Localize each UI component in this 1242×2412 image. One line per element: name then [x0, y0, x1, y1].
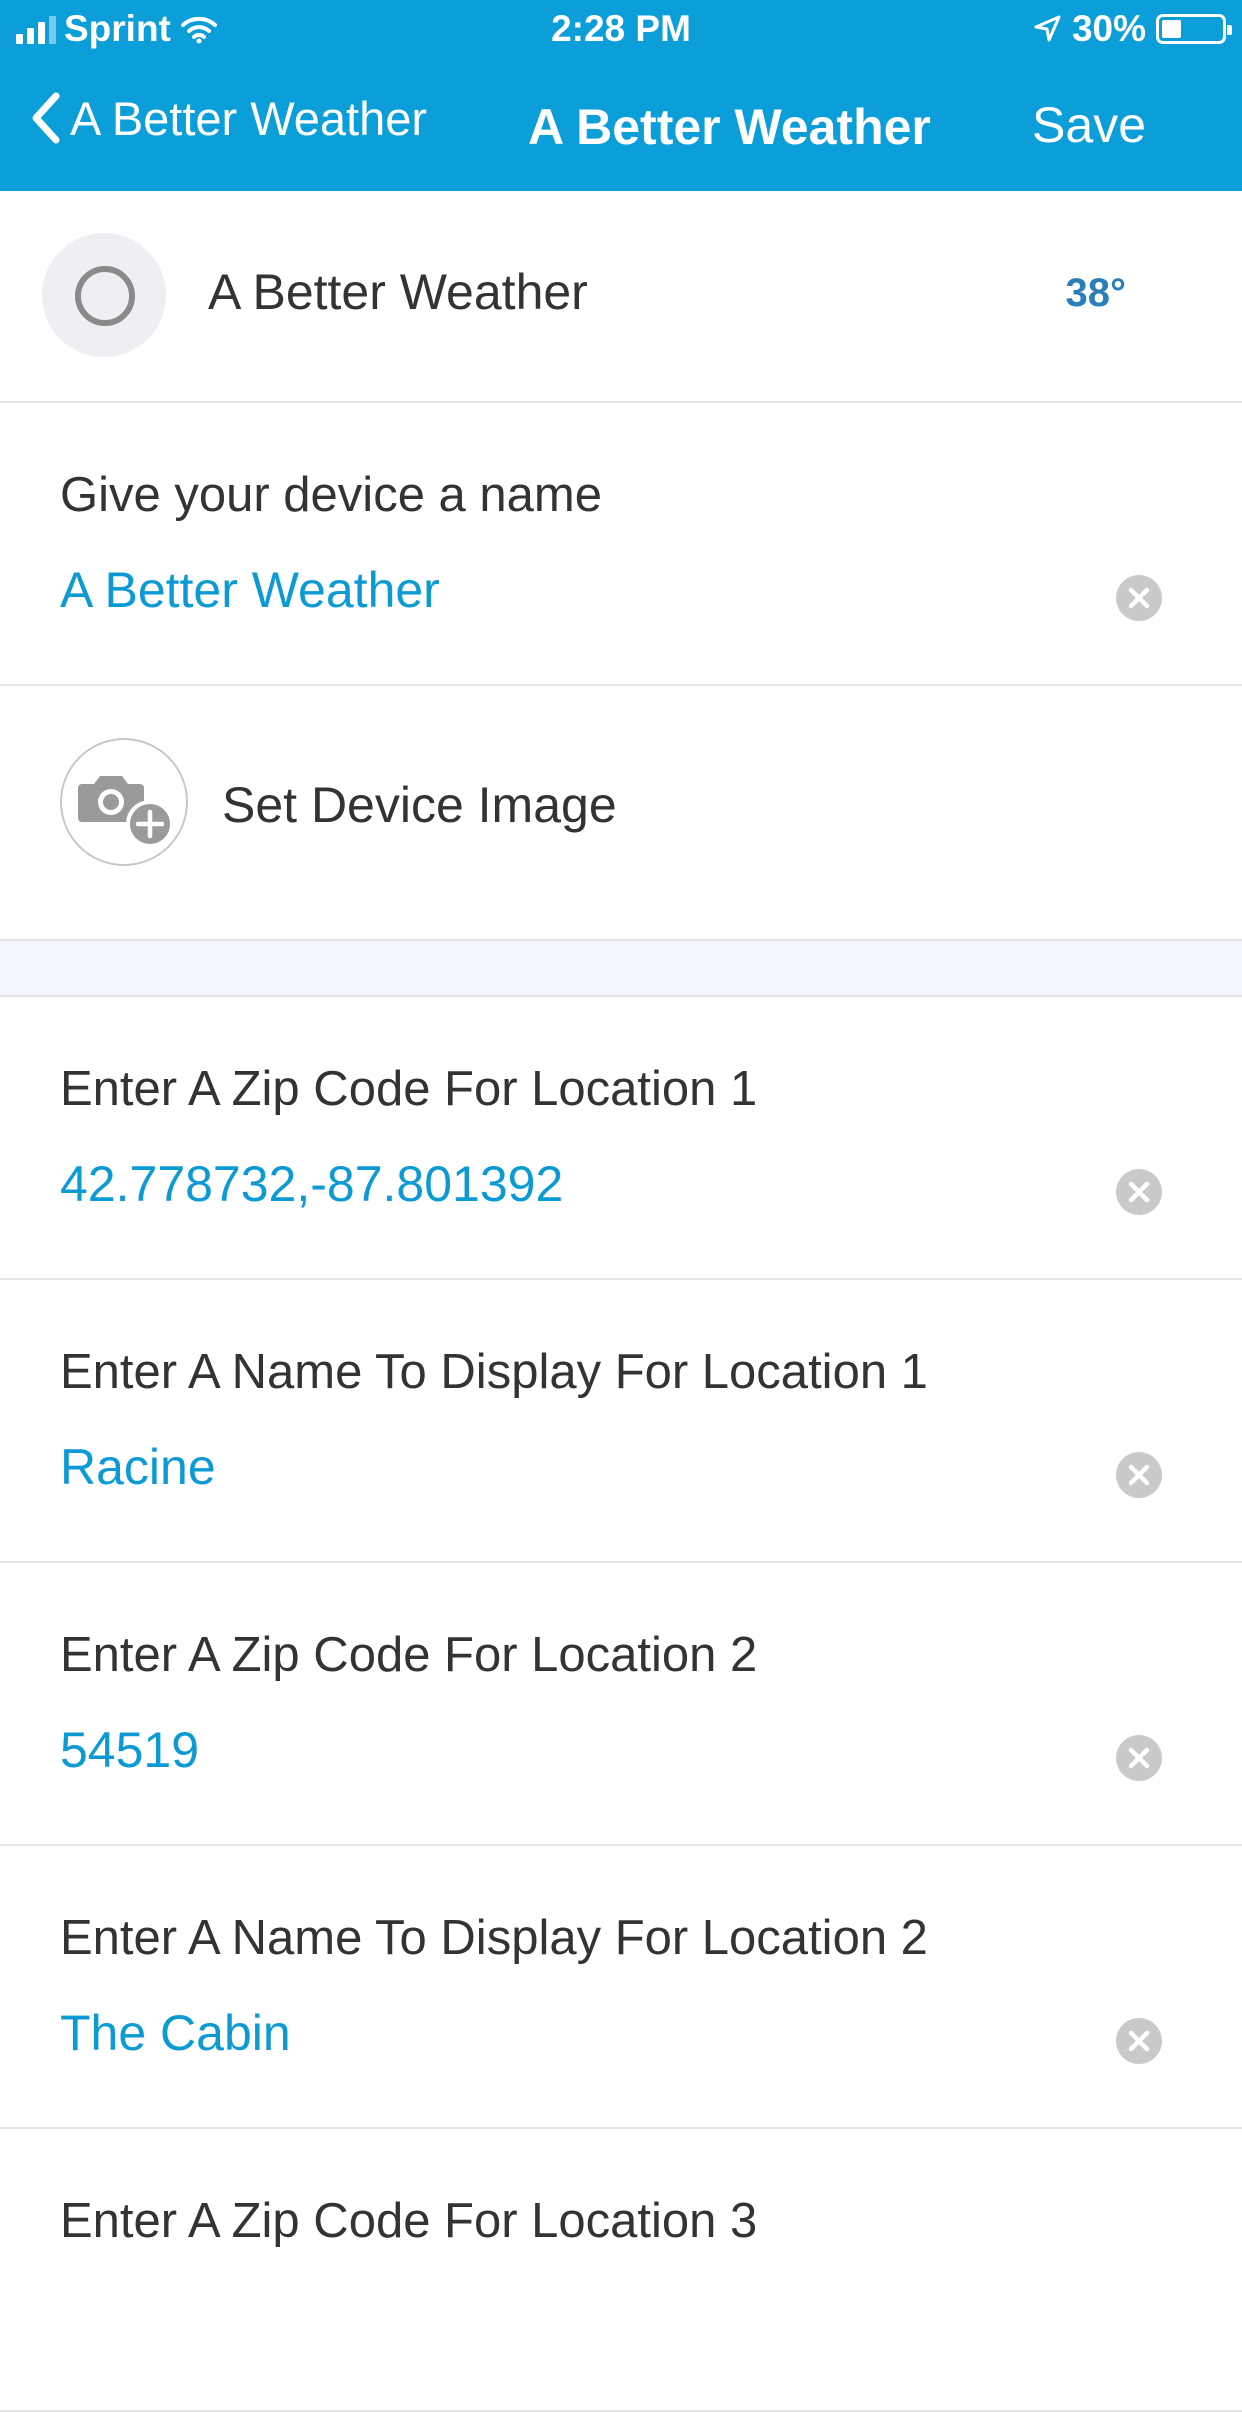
name-location-1-field[interactable]: Enter A Name To Display For Location 1 R… — [0, 1280, 1242, 1563]
clear-icon[interactable] — [1116, 2018, 1162, 2064]
clear-icon[interactable] — [1116, 1452, 1162, 1498]
status-bar: Sprint 2:28 PM 30% — [0, 0, 1242, 62]
name-location-1-input[interactable]: Racine — [60, 1438, 216, 1496]
settings-list: A Better Weather 38° Give your device a … — [0, 191, 1242, 2412]
device-name-field[interactable]: Give your device a name A Better Weather — [0, 403, 1242, 686]
zip-location-2-input[interactable]: 54519 — [60, 1721, 199, 1779]
name-location-2-field[interactable]: Enter A Name To Display For Location 2 T… — [0, 1846, 1242, 2129]
camera-add-icon[interactable] — [60, 738, 188, 866]
section-divider — [0, 941, 1242, 997]
page-title: A Better Weather — [528, 99, 931, 155]
name-location-2-input[interactable]: The Cabin — [60, 2004, 291, 2062]
temperature-reading: 38° — [1065, 271, 1127, 315]
zip-location-1-field[interactable]: Enter A Zip Code For Location 1 42.77873… — [0, 997, 1242, 1280]
zip-location-1-input[interactable]: 42.778732,-87.801392 — [60, 1155, 563, 1213]
location-arrow-icon — [1034, 15, 1061, 42]
save-button[interactable]: Save — [1032, 96, 1146, 154]
field-label: Enter A Zip Code For Location 1 — [60, 1062, 758, 1116]
set-device-image-label: Set Device Image — [222, 777, 617, 833]
zip-location-3-field[interactable]: Enter A Zip Code For Location 3 — [0, 2129, 1242, 2412]
back-button[interactable]: A Better Weather — [30, 90, 427, 146]
clear-icon[interactable] — [1116, 575, 1162, 621]
clear-icon[interactable] — [1116, 1735, 1162, 1781]
battery-percentage: 30% — [1071, 8, 1146, 49]
field-label: Enter A Name To Display For Location 2 — [60, 1911, 928, 1965]
zip-location-2-field[interactable]: Enter A Zip Code For Location 2 54519 — [0, 1563, 1242, 1846]
back-label: A Better Weather — [70, 91, 428, 145]
field-label: Enter A Zip Code For Location 2 — [60, 1628, 758, 1682]
battery-icon — [1156, 14, 1232, 44]
field-label: Enter A Name To Display For Location 1 — [60, 1345, 928, 1399]
device-name-input[interactable]: A Better Weather — [60, 561, 440, 619]
field-label: Enter A Zip Code For Location 3 — [60, 2194, 758, 2248]
clear-icon[interactable] — [1116, 1169, 1162, 1215]
chevron-left-icon — [32, 92, 60, 144]
device-status-icon — [42, 233, 166, 357]
field-label: Give your device a name — [60, 468, 602, 522]
app-header: Sprint 2:28 PM 30% A Better Weather A Be… — [0, 0, 1242, 191]
device-name: A Better Weather — [208, 264, 588, 320]
device-summary-row: A Better Weather 38° — [0, 191, 1242, 403]
set-device-image-row[interactable]: Set Device Image — [0, 686, 1242, 941]
navigation-bar: A Better Weather A Better Weather Save — [0, 70, 1242, 180]
